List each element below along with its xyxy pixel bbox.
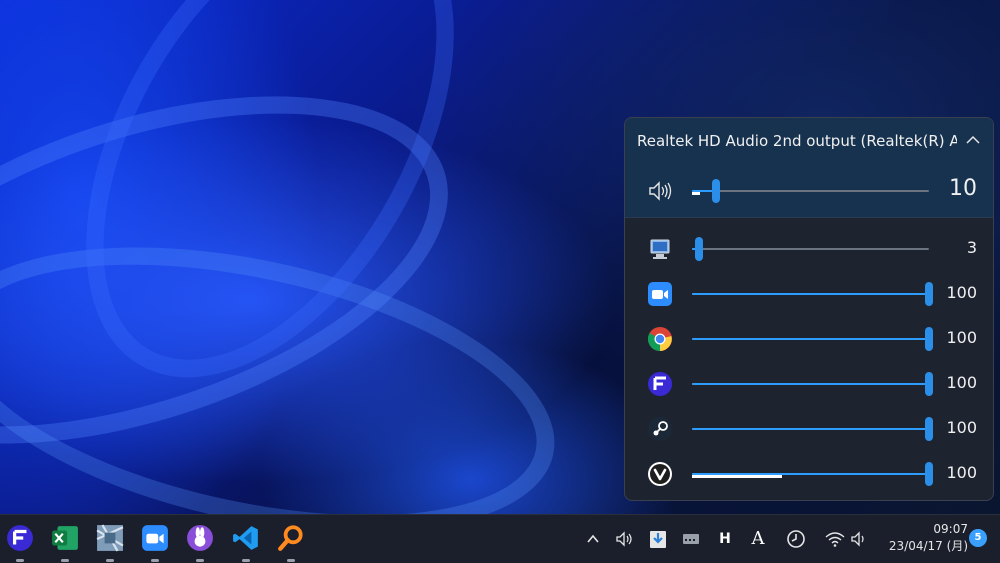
audio-peak-meter [692, 475, 783, 478]
app-volume-value: 100 [946, 283, 977, 302]
zoom-icon [142, 525, 168, 551]
app-volume-slider[interactable] [692, 372, 933, 396]
running-indicator [242, 559, 250, 562]
app-volume-slider[interactable] [692, 417, 933, 441]
app-volume-row-chrome: 100 [625, 318, 993, 358]
taskbar-app-floorp[interactable] [6, 524, 34, 562]
taskbar-app-search[interactable] [277, 524, 305, 562]
floorp-icon [648, 372, 672, 396]
app-volume-value: 100 [946, 463, 977, 482]
taskbar: H A 09:07 23/04/17 (月) 5 [0, 514, 1000, 563]
chevron-up-icon[interactable] [582, 527, 604, 551]
download-icon[interactable] [647, 527, 669, 551]
taskbar-app-zoom[interactable] [141, 524, 169, 562]
running-indicator [106, 559, 114, 562]
app-volume-row-system: 3 [625, 228, 993, 268]
device-title[interactable]: Realtek HD Audio 2nd output (Realtek(R) … [637, 132, 957, 150]
master-volume-row: 10 [625, 170, 993, 210]
app-volume-value: 100 [946, 373, 977, 392]
mixer-device-header: Realtek HD Audio 2nd output (Realtek(R) … [625, 118, 993, 218]
taskbar-clock[interactable]: 09:07 23/04/17 (月) [876, 521, 968, 555]
app-volume-value: 100 [946, 418, 977, 437]
slider-fill [692, 338, 929, 340]
app-volume-slider[interactable] [692, 462, 933, 486]
app-volume-slider[interactable] [692, 327, 933, 351]
app-volume-row-vivaldi: 100 [625, 453, 993, 493]
running-indicator [287, 559, 295, 562]
vivaldi-icon [648, 462, 672, 486]
app-volume-row-zoom: 100 [625, 273, 993, 313]
clock-time: 09:07 [933, 522, 968, 536]
app-volume-value: 3 [966, 238, 977, 257]
slider-fill [692, 428, 929, 430]
master-volume-slider[interactable] [692, 179, 929, 203]
image-viewer-icon [96, 524, 124, 552]
audio-peak-meter [692, 192, 700, 195]
taskbar-app-image-viewer[interactable] [96, 524, 124, 562]
ime-mode-indicator[interactable]: A [747, 527, 769, 551]
running-indicator [151, 559, 159, 562]
floorp-icon [7, 525, 33, 551]
magnifier-app-icon [278, 525, 303, 551]
steam-icon [648, 417, 672, 441]
running-indicator [196, 559, 204, 562]
notification-badge[interactable]: 5 [969, 529, 987, 547]
volume-mixer-panel: Realtek HD Audio 2nd output (Realtek(R) … [624, 117, 994, 501]
app-volume-value: 100 [946, 328, 977, 347]
vscode-icon [233, 526, 258, 550]
taskbar-app-rabbit[interactable] [186, 524, 214, 562]
slider-fill [692, 293, 929, 295]
clock-app-icon[interactable] [785, 527, 807, 551]
app-volume-slider[interactable] [692, 282, 933, 306]
app-volume-slider[interactable] [692, 237, 929, 261]
excel-icon [52, 526, 78, 550]
slider-fill [692, 383, 929, 385]
device-icon[interactable] [680, 527, 702, 551]
chevron-up-icon[interactable] [965, 134, 981, 146]
speaker-icon[interactable] [647, 178, 673, 204]
system-sounds-icon [650, 239, 670, 259]
running-indicator [16, 559, 24, 562]
taskbar-app-vscode[interactable] [232, 524, 260, 562]
h-tray-label[interactable]: H [714, 527, 736, 551]
chrome-icon [647, 327, 672, 351]
speaker-icon[interactable] [614, 527, 636, 551]
clock-date: 23/04/17 (月) [888, 539, 968, 553]
slider-thumb[interactable] [711, 179, 720, 203]
wifi-icon[interactable] [824, 527, 846, 551]
zoom-icon [648, 282, 672, 306]
app-volume-row-steam: 100 [625, 408, 993, 448]
taskbar-app-excel[interactable] [51, 524, 79, 562]
running-indicator [61, 559, 69, 562]
volume-icon[interactable] [849, 527, 871, 551]
rabbit-app-icon [187, 525, 213, 551]
slider-thumb[interactable] [695, 237, 704, 261]
app-volume-row-floorp: 100 [625, 363, 993, 403]
master-volume-value: 10 [949, 176, 977, 201]
